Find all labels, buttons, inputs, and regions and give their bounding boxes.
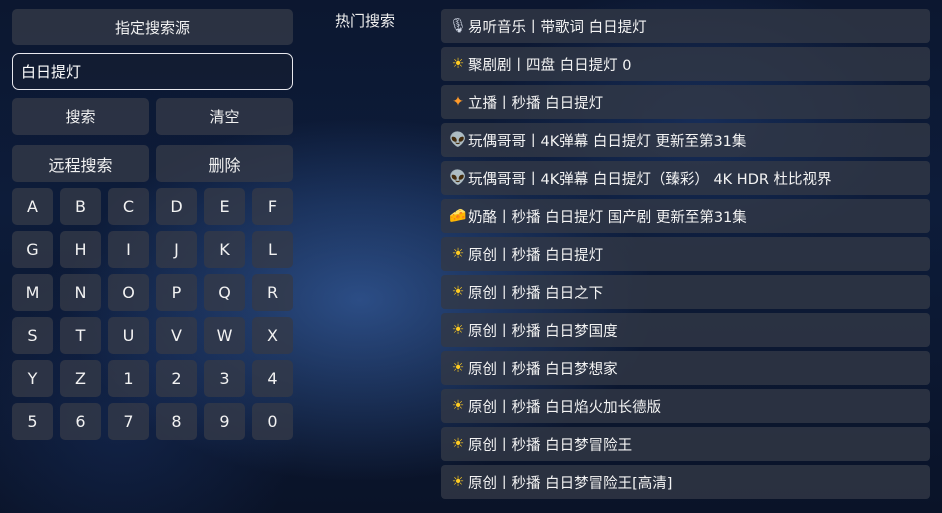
alien-icon: 👽 (449, 132, 467, 148)
key-7[interactable]: 7 (108, 403, 149, 440)
key-x[interactable]: X (252, 317, 293, 354)
key-d[interactable]: D (156, 188, 197, 225)
sun-icon: ☀ (451, 398, 465, 414)
sun-icon: ☀ (451, 360, 465, 376)
hot-search-item[interactable]: ☀ 原创丨秒播 白日之下 (441, 275, 930, 309)
key-y[interactable]: Y (12, 360, 53, 397)
key-l[interactable]: L (252, 231, 293, 268)
cheese-icon: 🧀 (449, 208, 467, 224)
key-5[interactable]: 5 (12, 403, 53, 440)
hot-search-item-label: 原创丨秒播 白日之下 (468, 285, 604, 302)
key-8[interactable]: 8 (156, 403, 197, 440)
hot-search-item-label: 原创丨秒播 白日焰火加长德版 (468, 399, 662, 416)
key-p[interactable]: P (156, 274, 197, 311)
hot-search-title: 热门搜索 (335, 12, 396, 30)
key-c[interactable]: C (108, 188, 149, 225)
key-g[interactable]: G (12, 231, 53, 268)
key-e[interactable]: E (204, 188, 245, 225)
hot-search-item[interactable]: ✦ 立播丨秒播 白日提灯 (441, 85, 930, 119)
key-s[interactable]: S (12, 317, 53, 354)
hot-search-item-label: 玩偶哥哥丨4K弹幕 白日提灯 更新至第31集 (468, 133, 747, 150)
sun-icon: ☀ (451, 474, 465, 490)
hot-search-item-label: 原创丨秒播 白日梦冒险王[高清] (468, 475, 673, 492)
key-a[interactable]: A (12, 188, 53, 225)
sun-icon: ☀ (451, 436, 465, 452)
clear-button[interactable]: 清空 (156, 98, 293, 135)
sun-icon: ☀ (451, 322, 465, 338)
hot-search-item-label: 原创丨秒播 白日梦国度 (468, 323, 618, 340)
key-9[interactable]: 9 (204, 403, 245, 440)
key-w[interactable]: W (204, 317, 245, 354)
hot-search-item[interactable]: ☀ 聚剧剧丨四盘 白日提灯 0 (441, 47, 930, 81)
search-input[interactable]: 白日提灯 (12, 53, 293, 90)
sun-cloud-icon: ☀ (451, 56, 465, 72)
key-v[interactable]: V (156, 317, 197, 354)
key-t[interactable]: T (60, 317, 101, 354)
hot-search-item-label: 原创丨秒播 白日梦冒险王 (468, 437, 633, 454)
specify-search-source-button[interactable]: 指定搜索源 (12, 9, 293, 45)
microphone-icon: 🎙 (449, 18, 467, 34)
key-m[interactable]: M (12, 274, 53, 311)
delete-button[interactable]: 删除 (156, 145, 293, 182)
hot-search-item[interactable]: ☀ 原创丨秒播 白日焰火加长德版 (441, 389, 930, 423)
search-button[interactable]: 搜索 (12, 98, 149, 135)
hot-search-item-label: 奶酪丨秒播 白日提灯 国产剧 更新至第31集 (468, 209, 747, 226)
hot-search-item[interactable]: 👽 玩偶哥哥丨4K弹幕 白日提灯 更新至第31集 (441, 123, 930, 157)
alien-icon: 👽 (449, 170, 467, 186)
hot-search-item[interactable]: ☀ 原创丨秒播 白日梦冒险王[高清] (441, 465, 930, 499)
key-z[interactable]: Z (60, 360, 101, 397)
key-f[interactable]: F (252, 188, 293, 225)
key-b[interactable]: B (60, 188, 101, 225)
hot-search-item-label: 易听音乐丨带歌词 白日提灯 (468, 19, 647, 36)
hot-search-item-label: 立播丨秒播 白日提灯 (468, 95, 604, 112)
key-j[interactable]: J (156, 231, 197, 268)
sun-icon: ☀ (451, 246, 465, 262)
hot-search-item[interactable]: ☀ 原创丨秒播 白日提灯 (441, 237, 930, 271)
key-n[interactable]: N (60, 274, 101, 311)
hot-search-item[interactable]: 👽 玩偶哥哥丨4K弹幕 白日提灯（臻彩） 4K HDR 杜比视界 (441, 161, 930, 195)
remote-search-button[interactable]: 远程搜索 (12, 145, 149, 182)
hot-search-item[interactable]: 🧀 奶酪丨秒播 白日提灯 国产剧 更新至第31集 (441, 199, 930, 233)
hot-search-item-label: 原创丨秒播 白日提灯 (468, 247, 604, 264)
key-q[interactable]: Q (204, 274, 245, 311)
key-k[interactable]: K (204, 231, 245, 268)
key-1[interactable]: 1 (108, 360, 149, 397)
key-3[interactable]: 3 (204, 360, 245, 397)
key-r[interactable]: R (252, 274, 293, 311)
key-0[interactable]: 0 (252, 403, 293, 440)
hot-search-item-label: 聚剧剧丨四盘 白日提灯 0 (468, 57, 632, 74)
hot-search-item-label: 原创丨秒播 白日梦想家 (468, 361, 618, 378)
key-2[interactable]: 2 (156, 360, 197, 397)
hot-search-item[interactable]: ☀ 原创丨秒播 白日梦国度 (441, 313, 930, 347)
sparkle-icon: ✦ (452, 94, 464, 110)
hot-search-item[interactable]: ☀ 原创丨秒播 白日梦冒险王 (441, 427, 930, 461)
key-u[interactable]: U (108, 317, 149, 354)
key-o[interactable]: O (108, 274, 149, 311)
hot-search-item[interactable]: 🎙 易听音乐丨带歌词 白日提灯 (441, 9, 930, 43)
hot-search-item[interactable]: ☀ 原创丨秒播 白日梦想家 (441, 351, 930, 385)
key-6[interactable]: 6 (60, 403, 101, 440)
key-4[interactable]: 4 (252, 360, 293, 397)
hot-search-item-label: 玩偶哥哥丨4K弹幕 白日提灯（臻彩） 4K HDR 杜比视界 (468, 171, 832, 188)
key-i[interactable]: I (108, 231, 149, 268)
key-h[interactable]: H (60, 231, 101, 268)
sun-icon: ☀ (451, 284, 465, 300)
